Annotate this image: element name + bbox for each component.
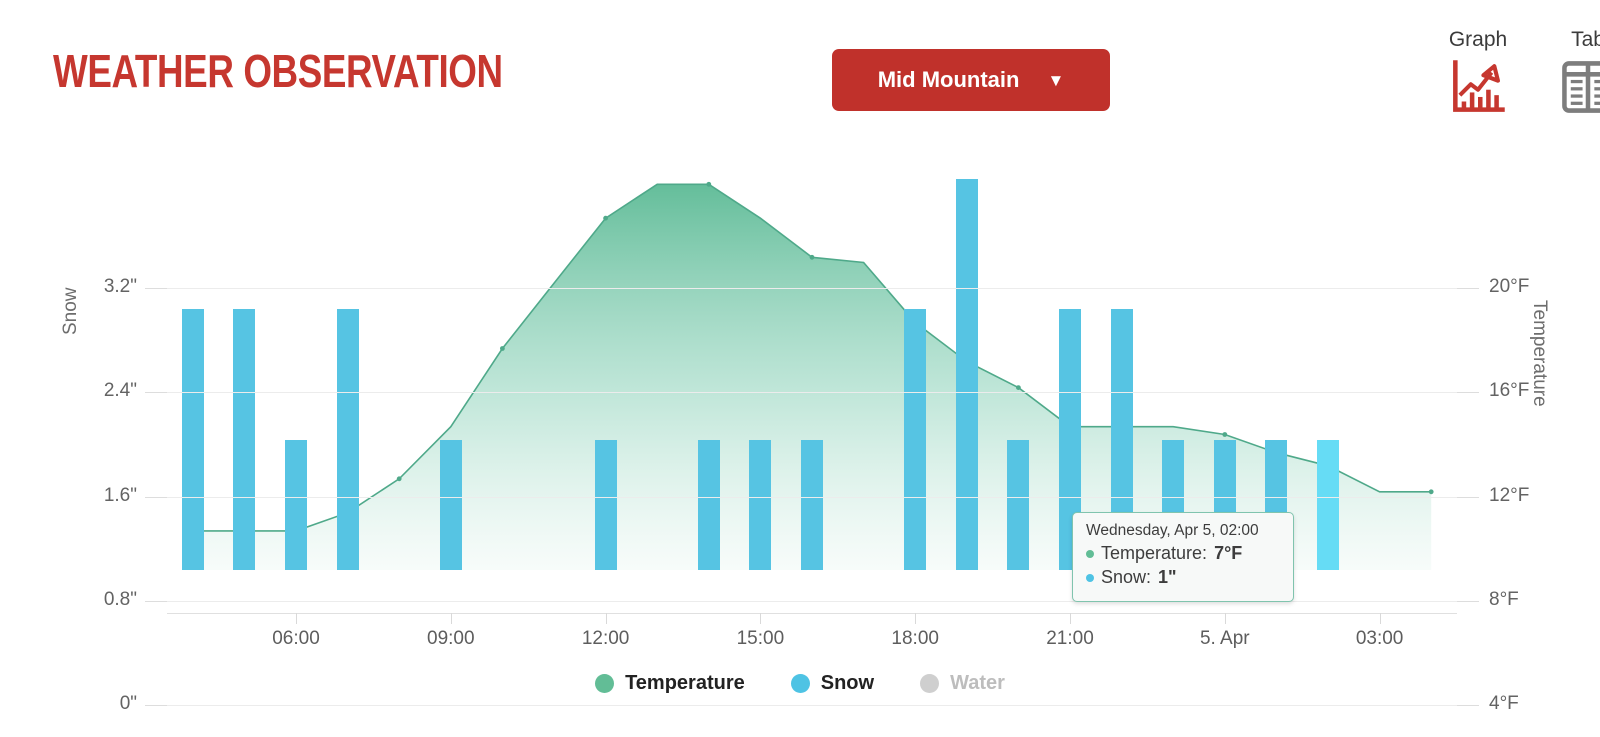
snow-bar[interactable] bbox=[1317, 439, 1339, 570]
x-tick-mark bbox=[1070, 613, 1071, 624]
temperature-dot-icon bbox=[1086, 549, 1094, 558]
tab-table[interactable]: Tab bbox=[1550, 28, 1600, 116]
weather-observation-page: WEATHER OBSERVATION Mid Mountain ▼ Graph bbox=[0, 0, 1600, 737]
snow-bar-series bbox=[167, 153, 1457, 570]
x-tick-label: 5. Apr bbox=[1199, 628, 1250, 649]
x-tick-mark bbox=[915, 613, 917, 624]
snow-dot-icon bbox=[1086, 573, 1094, 582]
snow-bar[interactable] bbox=[594, 439, 617, 570]
x-tick-label: 15:00 bbox=[736, 628, 785, 649]
table-icon bbox=[1559, 58, 1600, 116]
legend-label-temperature: Temperature bbox=[625, 672, 745, 694]
snow-bar[interactable] bbox=[955, 179, 978, 570]
x-tick-label: 09:00 bbox=[427, 628, 475, 649]
snow-bar[interactable] bbox=[801, 439, 823, 570]
tab-graph-label: Graph bbox=[1448, 28, 1508, 51]
tab-graph[interactable]: Graph bbox=[1440, 28, 1516, 116]
snow-bar[interactable] bbox=[1007, 439, 1030, 570]
x-tick-mark bbox=[605, 613, 607, 624]
chart-tooltip: Wednesday, Apr 5, 02:00 Temperature: 7°F… bbox=[1072, 512, 1294, 602]
y-tick-label-left: 0" bbox=[119, 693, 137, 714]
tooltip-temperature-label: Temperature: bbox=[1101, 543, 1208, 563]
graph-icon bbox=[1449, 58, 1507, 116]
plot-region[interactable] bbox=[167, 153, 1457, 570]
x-tick-mark bbox=[1379, 613, 1381, 624]
x-axis-line bbox=[167, 613, 1457, 614]
x-tick-mark bbox=[296, 613, 297, 624]
legend-dot-snow bbox=[790, 674, 810, 693]
legend-label-snow: Snow bbox=[820, 672, 875, 694]
legend-label-water: Water bbox=[950, 672, 1005, 694]
y-tick-label-right: 4°F bbox=[1489, 693, 1519, 714]
legend-item-temperature[interactable]: Temperature bbox=[595, 672, 745, 695]
chart-legend: Temperature Snow Water bbox=[0, 672, 1600, 695]
tooltip-date: Wednesday, Apr 5, 02:00 bbox=[1086, 522, 1259, 539]
chart-area bbox=[0, 135, 1600, 635]
snow-bar[interactable] bbox=[749, 439, 772, 570]
x-tick-label: 18:00 bbox=[891, 628, 939, 649]
tooltip-row-snow: Snow: 1" bbox=[1086, 566, 1281, 590]
x-tick-label: 06:00 bbox=[272, 628, 320, 649]
tooltip-snow-label: Snow: bbox=[1101, 566, 1152, 587]
view-tabs: Graph Tab bbox=[1440, 28, 1600, 116]
station-select-button[interactable]: Mid Mountain ▼ bbox=[832, 49, 1110, 111]
snow-bar[interactable] bbox=[439, 439, 462, 570]
x-tick-label: 21:00 bbox=[1046, 628, 1094, 649]
x-tick-label: 03:00 bbox=[1355, 628, 1404, 649]
x-tick-label: 12:00 bbox=[581, 628, 630, 649]
legend-dot-water bbox=[920, 674, 940, 693]
snow-bar[interactable] bbox=[233, 309, 256, 570]
chevron-down-icon: ▼ bbox=[1047, 70, 1065, 90]
x-tick-mark bbox=[760, 613, 762, 624]
x-tick-mark bbox=[1224, 613, 1226, 624]
tooltip-row-temperature: Temperature: 7°F bbox=[1086, 542, 1281, 566]
tab-table-label: Tab bbox=[1571, 28, 1600, 51]
legend-item-snow[interactable]: Snow bbox=[790, 672, 875, 695]
page-title: WEATHER OBSERVATION bbox=[53, 45, 503, 97]
snow-bar[interactable] bbox=[285, 439, 307, 570]
y-tick-mark-left bbox=[145, 705, 167, 706]
snow-bar[interactable] bbox=[904, 309, 927, 570]
y-tick-mark-right bbox=[1457, 705, 1479, 706]
tooltip-temperature-value: 7°F bbox=[1214, 543, 1243, 563]
legend-item-water[interactable]: Water bbox=[920, 672, 1005, 695]
snow-bar[interactable] bbox=[336, 309, 359, 570]
tooltip-snow-value: 1" bbox=[1158, 566, 1177, 587]
legend-dot-temperature bbox=[595, 674, 615, 693]
snow-bar[interactable] bbox=[697, 439, 720, 570]
x-tick-mark bbox=[450, 613, 452, 624]
station-select-label: Mid Mountain bbox=[877, 67, 1020, 92]
gridline bbox=[167, 705, 1457, 706]
snow-bar[interactable] bbox=[181, 309, 204, 570]
